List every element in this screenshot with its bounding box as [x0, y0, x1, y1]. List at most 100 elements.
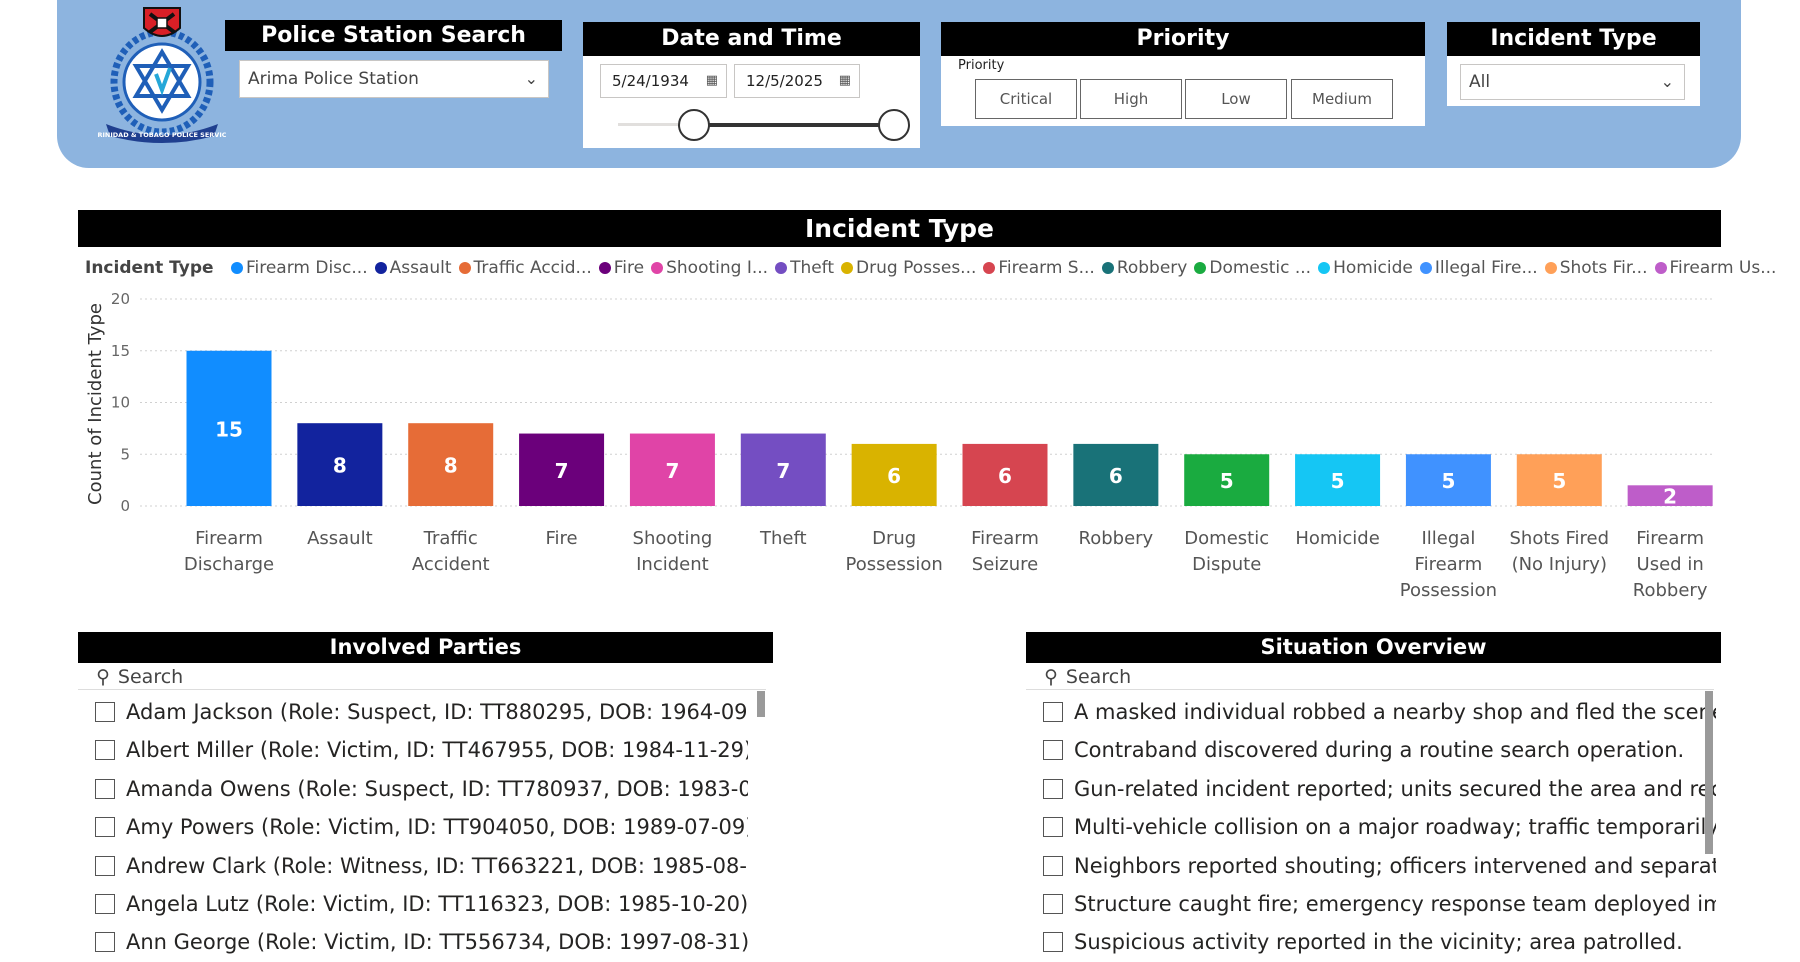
bar-value-label: 6 — [1109, 464, 1123, 488]
bar-value-label: 8 — [444, 454, 458, 478]
x-tick-label: Theft — [759, 528, 807, 549]
x-tick-label: Fire — [546, 528, 578, 549]
checkbox[interactable] — [1043, 855, 1063, 876]
situation-item[interactable]: Contraband discovered during a routine s… — [1026, 731, 1716, 769]
checkbox[interactable] — [95, 740, 115, 761]
checkbox[interactable] — [95, 817, 115, 838]
involved-party-item[interactable]: Andrew Clark (Role: Witness, ID: TT66322… — [78, 847, 748, 885]
checkbox[interactable] — [1043, 932, 1063, 953]
x-tick-label: Firearm — [971, 528, 1039, 549]
involved-parties-list: Adam Jackson (Role: Suspect, ID: TT88029… — [78, 693, 748, 962]
involved-party-item[interactable]: Ann George (Role: Victim, ID: TT556734, … — [78, 923, 748, 961]
checkbox[interactable] — [95, 702, 115, 722]
involved-party-item[interactable]: Amanda Owens (Role: Suspect, ID: TT78093… — [78, 770, 748, 808]
bar-value-label: 5 — [1220, 469, 1234, 493]
search-icon: ⚲ — [1044, 666, 1058, 688]
x-tick-label: Dispute — [1192, 554, 1261, 575]
situation-overview-list: A masked individual robbed a nearby shop… — [1026, 693, 1716, 962]
situation-overview-scrollbar[interactable] — [1705, 691, 1713, 854]
checkbox[interactable] — [1043, 702, 1063, 722]
bar-value-label: 6 — [887, 464, 901, 488]
checkbox[interactable] — [1043, 778, 1063, 799]
bar-value-label: 8 — [333, 454, 347, 478]
x-tick-label: Firearm — [1636, 528, 1704, 549]
x-tick-label: Shooting — [633, 528, 713, 549]
situation-item-label: Neighbors reported shouting; officers in… — [1074, 853, 1716, 878]
situation-item[interactable]: Suspicious activity reported in the vici… — [1026, 923, 1716, 961]
situation-item[interactable]: Multi-vehicle collision on a major roadw… — [1026, 808, 1716, 846]
checkbox[interactable] — [95, 778, 115, 799]
involved-party-item-label: Adam Jackson (Role: Suspect, ID: TT88029… — [126, 700, 748, 724]
involved-party-item-label: Amanda Owens (Role: Suspect, ID: TT78093… — [126, 776, 748, 801]
y-axis-label: Count of Incident Type — [85, 303, 106, 505]
x-tick-label: Domestic — [1184, 528, 1269, 549]
y-tick-label: 10 — [111, 394, 130, 412]
y-tick-label: 15 — [111, 342, 130, 360]
x-tick-label: Shots Fired — [1510, 528, 1610, 549]
x-tick-label: Possession — [846, 554, 943, 575]
involved-party-item[interactable]: Albert Miller (Role: Victim, ID: TT46795… — [78, 731, 748, 769]
situation-item-label: Contraband discovered during a routine s… — [1074, 738, 1685, 763]
y-tick-label: 20 — [111, 290, 130, 308]
situation-item-label: Suspicious activity reported in the vici… — [1074, 930, 1683, 955]
involved-party-item-label: Albert Miller (Role: Victim, ID: TT46795… — [126, 738, 748, 763]
involved-parties-title: Involved Parties — [78, 632, 773, 663]
involved-party-item-label: Ann George (Role: Victim, ID: TT556734, … — [126, 930, 748, 955]
involved-party-item-label: Amy Powers (Role: Victim, ID: TT904050, … — [126, 815, 748, 840]
x-tick-label: Homicide — [1295, 528, 1379, 549]
involved-parties-scrollbar[interactable] — [757, 691, 765, 717]
incident-type-bar-chart: 0 5 10 15 20 Count of Incident Type 15 Firearm D… — [85, 290, 1713, 601]
x-tick-label: Assault — [307, 528, 373, 549]
bar-value-label: 2 — [1663, 485, 1677, 509]
situation-item-label: Gun-related incident reported; units sec… — [1074, 776, 1716, 801]
x-tick-label: Firearm — [195, 528, 263, 549]
involved-party-item-label: Andrew Clark (Role: Witness, ID: TT66322… — [126, 853, 748, 878]
x-tick-label: Robbery — [1079, 528, 1154, 549]
checkbox[interactable] — [95, 855, 115, 876]
bar-value-label: 5 — [1552, 469, 1566, 493]
bar-value-label: 5 — [1441, 469, 1455, 493]
situation-item[interactable]: Structure caught fire; emergency respons… — [1026, 885, 1716, 923]
checkbox[interactable] — [1043, 740, 1063, 761]
x-tick-label: Drug — [872, 528, 916, 549]
situation-item[interactable]: A masked individual robbed a nearby shop… — [1026, 693, 1716, 731]
bar-value-label: 6 — [998, 464, 1012, 488]
x-tick-label: Incident — [636, 554, 709, 575]
checkbox[interactable] — [1043, 817, 1063, 838]
x-tick-label: Discharge — [184, 554, 274, 575]
involved-parties-search-placeholder: Search — [117, 666, 184, 688]
bar-value-label: 7 — [776, 459, 790, 483]
checkbox[interactable] — [1043, 893, 1063, 914]
x-tick-label: Seizure — [972, 554, 1038, 575]
y-tick-label: 0 — [120, 497, 130, 515]
bar-value-label: 15 — [215, 417, 243, 441]
situation-overview-search-placeholder: Search — [1065, 666, 1132, 688]
x-tick-label: Possession — [1400, 580, 1497, 601]
x-tick-label: Robbery — [1633, 580, 1708, 601]
x-tick-label: Traffic — [423, 528, 478, 549]
search-icon: ⚲ — [96, 666, 110, 688]
situation-item[interactable]: Gun-related incident reported; units sec… — [1026, 770, 1716, 808]
x-tick-label: (No Injury) — [1512, 554, 1607, 575]
situation-item-label: Multi-vehicle collision on a major roadw… — [1074, 815, 1716, 840]
involved-party-item-label: Angela Lutz (Role: Victim, ID: TT116323,… — [126, 891, 748, 916]
checkbox[interactable] — [95, 893, 115, 914]
x-tick-label: Used in — [1637, 554, 1704, 575]
situation-item-label: Structure caught fire; emergency respons… — [1074, 891, 1716, 916]
x-tick-label: Accident — [412, 554, 490, 575]
situation-overview-title: Situation Overview — [1026, 632, 1721, 663]
y-tick-label: 5 — [120, 445, 130, 463]
bar-value-label: 5 — [1331, 469, 1345, 493]
x-tick-label: Firearm — [1415, 554, 1483, 575]
bar-value-label: 7 — [555, 459, 569, 483]
involved-party-item[interactable]: Amy Powers (Role: Victim, ID: TT904050, … — [78, 808, 748, 846]
involved-party-item[interactable]: Adam Jackson (Role: Suspect, ID: TT88029… — [78, 693, 748, 731]
situation-item[interactable]: Neighbors reported shouting; officers in… — [1026, 847, 1716, 885]
involved-parties-search[interactable]: ⚲ Search — [78, 666, 766, 690]
situation-item-label: A masked individual robbed a nearby shop… — [1074, 700, 1716, 724]
situation-overview-search[interactable]: ⚲ Search — [1026, 666, 1714, 690]
x-tick-label: Illegal — [1422, 528, 1476, 549]
involved-party-item[interactable]: Angela Lutz (Role: Victim, ID: TT116323,… — [78, 885, 748, 923]
checkbox[interactable] — [95, 932, 115, 953]
bar-value-label: 7 — [665, 459, 679, 483]
